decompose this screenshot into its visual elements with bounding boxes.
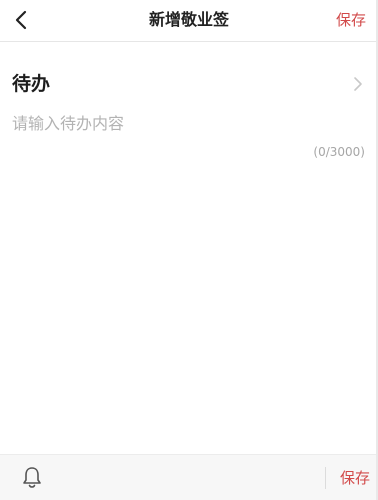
note-content-input[interactable] <box>12 108 364 138</box>
footer-divider <box>325 467 326 489</box>
footer-toolbar: 保存 <box>0 454 378 500</box>
bell-icon <box>23 467 41 488</box>
footer-save-button[interactable]: 保存 <box>340 455 370 500</box>
header-save-button[interactable]: 保存 <box>336 0 366 40</box>
new-note-screen: 新增敬业签 保存 待办 (0/3000) 保存 <box>0 0 378 500</box>
reminder-button[interactable] <box>20 465 44 489</box>
category-label: 待办 <box>12 73 51 95</box>
character-counter: (0/3000) <box>313 145 365 159</box>
page-title: 新增敬业签 <box>148 10 229 29</box>
chevron-right-icon <box>354 77 362 91</box>
category-selector[interactable]: 待办 <box>0 66 378 102</box>
header-bar: 新增敬业签 保存 <box>0 0 378 42</box>
